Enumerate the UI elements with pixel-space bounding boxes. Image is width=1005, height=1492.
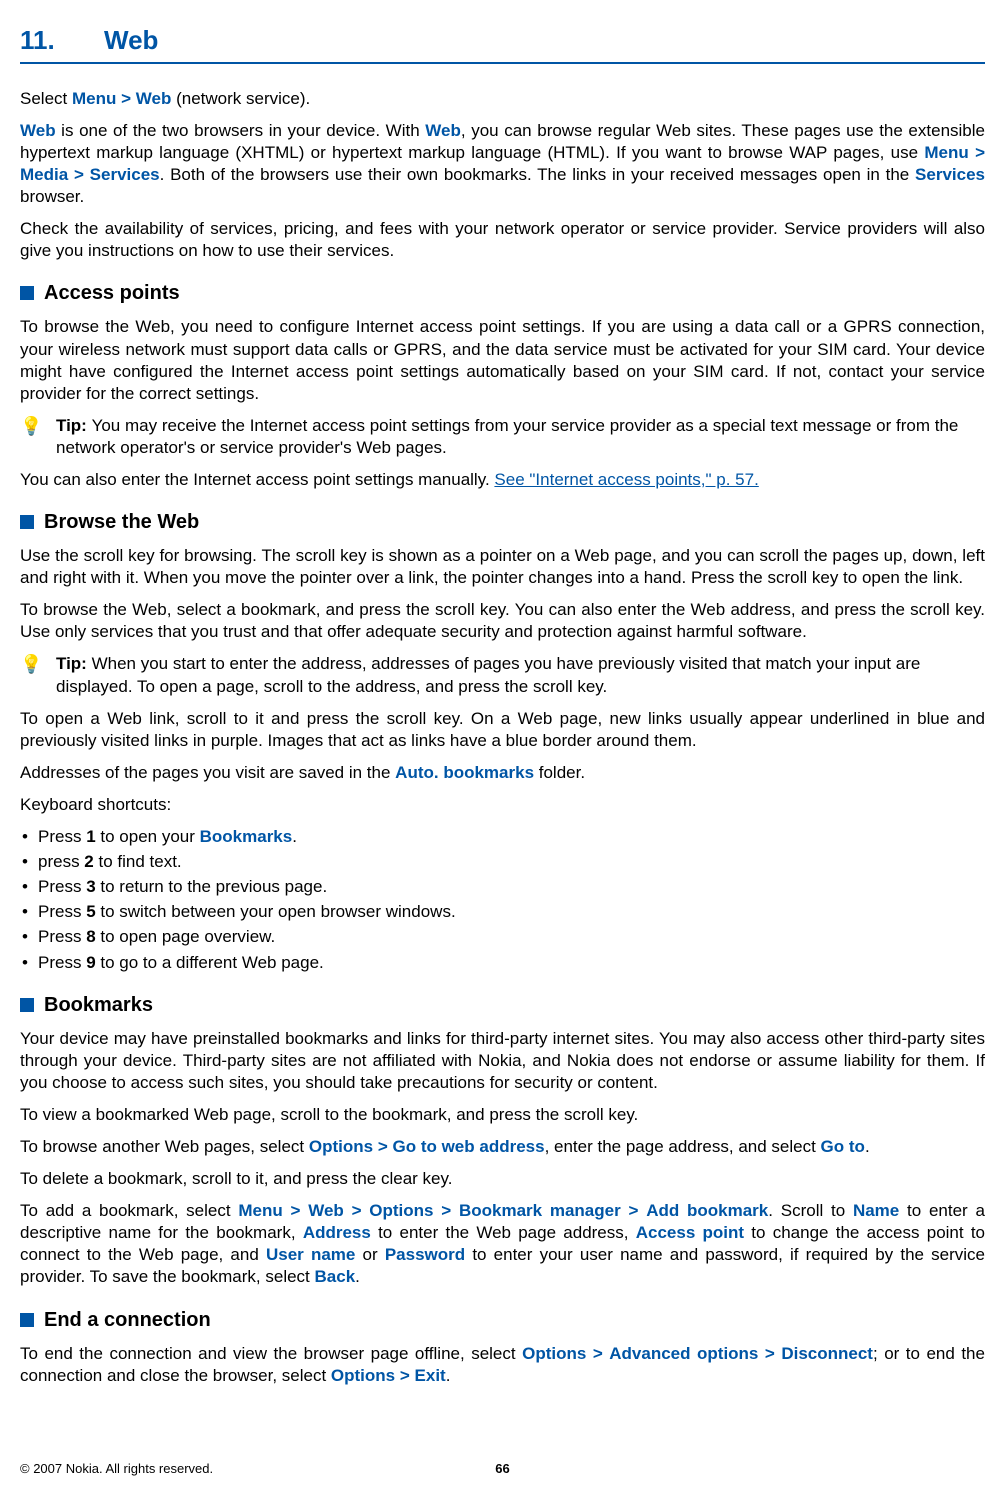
- bm-p3: To browse another Web pages, select Opti…: [20, 1136, 985, 1158]
- browse-p3: To open a Web link, scroll to it and pre…: [20, 708, 985, 752]
- access-p2: You can also enter the Internet access p…: [20, 469, 985, 491]
- menu-nav: Menu: [72, 89, 116, 108]
- section-title: End a connection: [44, 1307, 211, 1333]
- browse-p2: To browse the Web, select a bookmark, an…: [20, 599, 985, 643]
- section-bookmarks: Bookmarks: [20, 992, 985, 1018]
- bm-p1: Your device may have preinstalled bookma…: [20, 1028, 985, 1094]
- browse-p1: Use the scroll key for browsing. The scr…: [20, 545, 985, 589]
- intro-p1: Select Menu > Web (network service).: [20, 88, 985, 110]
- list-item: Press 9 to go to a different Web page.: [20, 952, 985, 974]
- page-number: 66: [495, 1461, 509, 1478]
- section-title: Bookmarks: [44, 992, 153, 1018]
- intro-p2: Web is one of the two browsers in your d…: [20, 120, 985, 208]
- end-p1: To end the connection and view the brows…: [20, 1343, 985, 1387]
- list-item: Press 3 to return to the previous page.: [20, 876, 985, 898]
- bm-p2: To view a bookmarked Web page, scroll to…: [20, 1104, 985, 1126]
- square-bullet-icon: [20, 1313, 34, 1327]
- list-item: press 2 to find text.: [20, 851, 985, 873]
- chapter-title: Web: [104, 24, 158, 58]
- access-p1: To browse the Web, you need to configure…: [20, 316, 985, 404]
- square-bullet-icon: [20, 515, 34, 529]
- list-item: Press 8 to open page overview.: [20, 926, 985, 948]
- section-access-points: Access points: [20, 280, 985, 306]
- chapter-heading: 11. Web: [20, 24, 985, 58]
- bm-p5: To add a bookmark, select Menu > Web > O…: [20, 1200, 985, 1288]
- internet-access-link[interactable]: See "Internet access points," p. 57.: [494, 470, 758, 489]
- section-title: Browse the Web: [44, 509, 199, 535]
- tip-icon: 💡: [20, 653, 56, 697]
- keyboard-shortcuts-list: Press 1 to open your Bookmarks. press 2 …: [20, 826, 985, 974]
- keyboard-shortcuts-label: Keyboard shortcuts:: [20, 794, 985, 816]
- web-nav: Web: [136, 89, 172, 108]
- tip-block: 💡 Tip: When you start to enter the addre…: [20, 653, 985, 697]
- intro-p3: Check the availability of services, pric…: [20, 218, 985, 262]
- browse-p4: Addresses of the pages you visit are sav…: [20, 762, 985, 784]
- list-item: Press 5 to switch between your open brow…: [20, 901, 985, 923]
- square-bullet-icon: [20, 998, 34, 1012]
- section-end-connection: End a connection: [20, 1307, 985, 1333]
- list-item: Press 1 to open your Bookmarks.: [20, 826, 985, 848]
- tip-block: 💡 Tip: You may receive the Internet acce…: [20, 415, 985, 459]
- square-bullet-icon: [20, 286, 34, 300]
- tip-icon: 💡: [20, 415, 56, 459]
- section-title: Access points: [44, 280, 180, 306]
- chapter-number: 11.: [20, 24, 104, 58]
- section-browse-web: Browse the Web: [20, 509, 985, 535]
- heading-rule: [20, 62, 985, 64]
- bm-p4: To delete a bookmark, scroll to it, and …: [20, 1168, 985, 1190]
- page-footer: © 2007 Nokia. All rights reserved. 66: [20, 1461, 985, 1478]
